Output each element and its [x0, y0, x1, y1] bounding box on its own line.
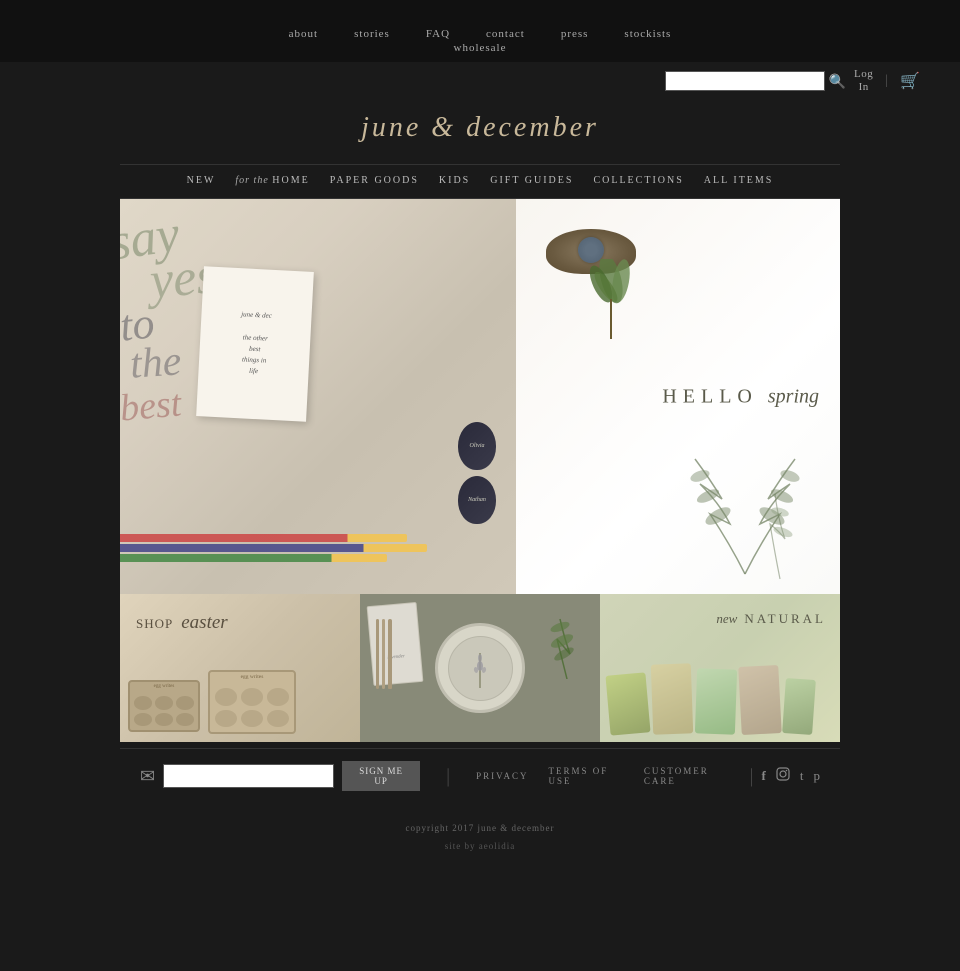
table-setting-block[interactable]: lavender: [360, 594, 600, 742]
fern-print: [650, 424, 840, 584]
egg-carton-2: egg writes: [208, 670, 296, 734]
easter-eggs: Olivia Nathan: [458, 422, 496, 524]
fabric-3: [695, 669, 737, 735]
nav-faq[interactable]: FAQ: [408, 28, 468, 40]
cat-gifts[interactable]: GIFT GUIDES: [490, 175, 573, 186]
top-bar: [0, 0, 960, 22]
search-box: 🔍: [665, 71, 846, 91]
fabrics-area: [608, 644, 832, 734]
pencils-area: [120, 532, 506, 564]
instagram-svg: [776, 767, 790, 781]
site-logo[interactable]: june & december: [0, 112, 960, 144]
footer-divider-2: |: [742, 765, 762, 788]
greens: [542, 599, 592, 684]
plate: [435, 623, 525, 713]
footer-divider-1: |: [430, 765, 466, 788]
email-signup-area: ✉ SIGN ME UP: [140, 761, 420, 791]
egg-carton-1: egg writes: [128, 680, 200, 732]
search-button[interactable]: 🔍: [829, 73, 846, 90]
login-link[interactable]: Log In: [854, 68, 873, 94]
hero-section: say yes to the best june & decthe otherb…: [120, 199, 840, 594]
hello-spring-text: HELLO spring: [662, 385, 819, 408]
top-navigation: about stories FAQ contact press stockist…: [0, 22, 960, 62]
nav-press[interactable]: press: [543, 28, 607, 40]
for-the-label: for the: [235, 175, 272, 186]
egg-2: Nathan: [458, 476, 496, 524]
herb-bunch: [576, 259, 646, 339]
footer-links-area: PRIVACY TERMS OF USE CUSTOMER CARE: [466, 766, 741, 786]
lavender-svg: [470, 648, 490, 688]
new-natural-text: new NATURAL: [716, 610, 826, 628]
fabric-2: [651, 664, 693, 735]
hero-left: say yes to the best june & decthe otherb…: [120, 199, 516, 594]
care-link[interactable]: CUSTOMER CARE: [634, 766, 742, 786]
cart-icon[interactable]: 🛒: [900, 71, 920, 91]
cat-collections[interactable]: COLLECTIONS: [593, 175, 683, 186]
three-col: SHOP easter egg writes: [120, 594, 840, 742]
home-label: HOME: [272, 175, 309, 186]
fern-svg: [650, 424, 840, 584]
email-input[interactable]: [163, 764, 334, 788]
nav-stories[interactable]: stories: [336, 28, 408, 40]
nav-contact[interactable]: contact: [468, 28, 543, 40]
inner-plate: [448, 636, 513, 701]
logo-area: june & december: [0, 96, 960, 164]
cat-home[interactable]: for the HOME: [235, 175, 309, 186]
cat-kids[interactable]: KIDS: [439, 175, 470, 186]
hero-right: HELLO spring: [516, 199, 840, 594]
nav-about[interactable]: about: [271, 28, 336, 40]
invitation-card: june & decthe otherbestthings inlife: [196, 267, 314, 423]
instagram-icon[interactable]: [776, 767, 790, 785]
twitter-icon[interactable]: t: [800, 768, 804, 784]
category-nav-wrapper: NEW for the HOME PAPER GOODS KIDS GIFT G…: [0, 164, 960, 199]
privacy-link[interactable]: PRIVACY: [466, 771, 538, 781]
footer-wrapper: ✉ SIGN ME UP | PRIVACY TERMS OF USE CUST…: [0, 742, 960, 803]
cat-new[interactable]: NEW: [187, 175, 216, 186]
cat-all[interactable]: ALL ITEMS: [704, 175, 774, 186]
fabric-5: [782, 678, 816, 735]
nav-stockists[interactable]: stockists: [606, 28, 689, 40]
table-visual: lavender: [360, 594, 600, 742]
greens-svg: [542, 599, 592, 679]
copyright-text: copyright 2017 june & december: [0, 823, 960, 833]
three-col-wrapper: SHOP easter egg writes: [0, 594, 960, 742]
footer-bottom: copyright 2017 june & december site by a…: [0, 803, 960, 871]
terms-link[interactable]: TERMS OF USE: [538, 766, 633, 786]
pinterest-icon[interactable]: p: [814, 768, 821, 784]
signup-button[interactable]: SIGN ME UP: [342, 761, 420, 791]
nav-wholesale-row: wholesale: [436, 40, 525, 58]
nav-wholesale[interactable]: wholesale: [436, 40, 525, 58]
divider: |: [881, 73, 892, 89]
fabric-4: [738, 665, 782, 735]
nav-row: about stories FAQ contact press stockist…: [271, 28, 690, 40]
fabric-1: [605, 673, 650, 736]
cat-paper[interactable]: PAPER GOODS: [330, 175, 419, 186]
cutlery: [376, 619, 392, 689]
easter-text-area: SHOP easter: [136, 612, 228, 634]
hero-wrapper: say yes to the best june & decthe otherb…: [0, 199, 960, 594]
search-input[interactable]: [665, 71, 825, 91]
pencil-blue: [120, 544, 427, 552]
social-icons-area: f t p: [762, 767, 820, 785]
egg-1: Olivia: [458, 422, 496, 470]
footer-email-row: ✉ SIGN ME UP | PRIVACY TERMS OF USE CUST…: [120, 748, 840, 803]
category-nav: NEW for the HOME PAPER GOODS KIDS GIFT G…: [120, 164, 840, 199]
site-by-text: site by aeolidia: [0, 841, 960, 851]
egg-cartons-area: egg writes egg writes: [128, 670, 296, 734]
pencil-red: [120, 534, 407, 542]
calligraphy-5: best: [120, 382, 183, 431]
facebook-icon[interactable]: f: [762, 768, 766, 784]
utility-bar: 🔍 Log In | 🛒: [0, 62, 960, 96]
email-icon: ✉: [140, 766, 155, 787]
new-natural-block[interactable]: new NATURAL: [600, 594, 840, 742]
herb-svg: [576, 259, 646, 339]
pencil-green: [120, 554, 387, 562]
shop-easter-block[interactable]: SHOP easter egg writes: [120, 594, 360, 742]
